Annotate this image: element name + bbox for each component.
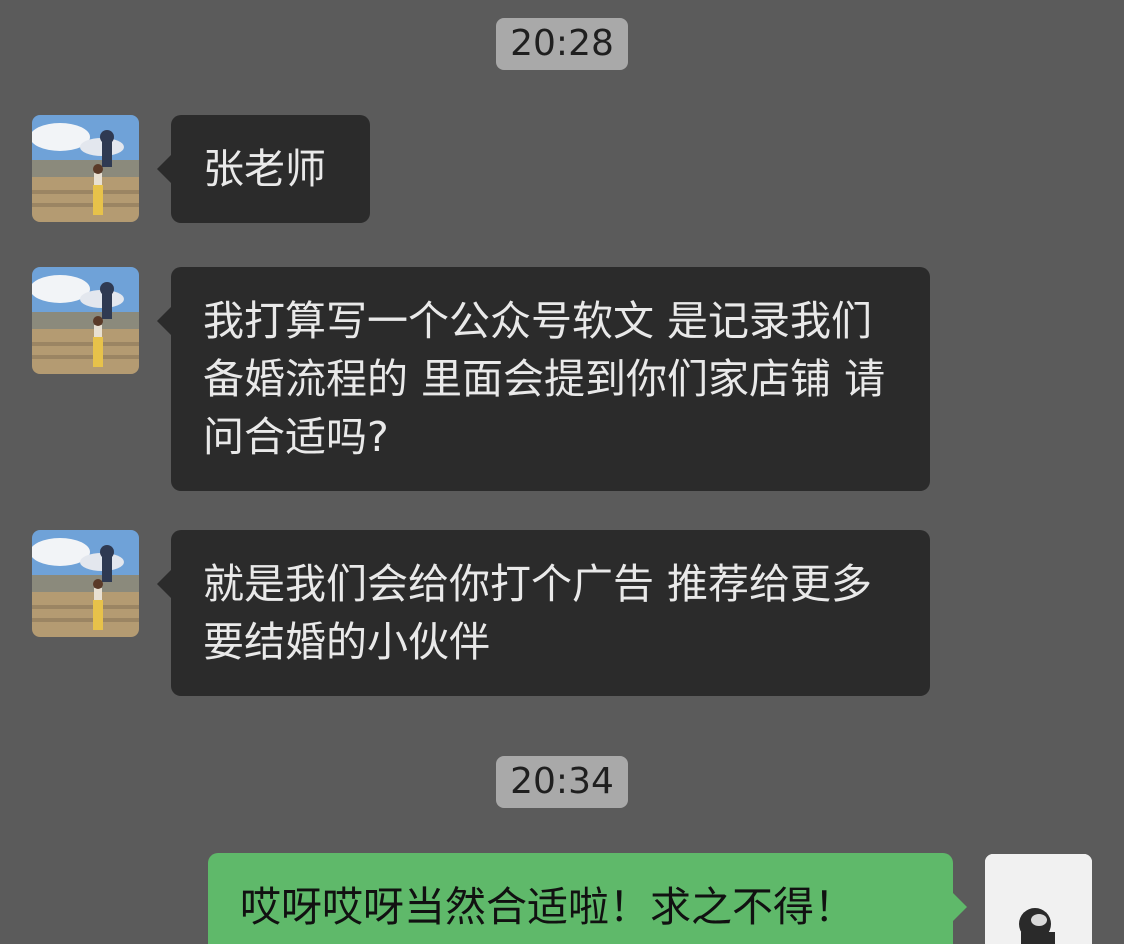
timestamp-label: 20:28: [496, 18, 628, 70]
avatar-image: [32, 530, 139, 637]
timestamp-label: 20:34: [496, 756, 628, 808]
timestamp: 20:34: [0, 756, 1124, 808]
chat-area[interactable]: 20:28 张老师 我打算写一个公众号软文 是记录我们备婚流程的 里面会提到你们…: [0, 0, 1124, 944]
message-bubble[interactable]: 就是我们会给你打个广告 推荐给更多要结婚的小伙伴: [157, 530, 930, 696]
message-bubble[interactable]: 张老师: [157, 115, 370, 223]
message-text: 就是我们会给你打个广告 推荐给更多要结婚的小伙伴: [203, 560, 873, 666]
contact-avatar[interactable]: [32, 267, 139, 374]
message-text: 哎呀哎呀当然合适啦！求之不得！: [240, 883, 855, 931]
message-bubble[interactable]: 我打算写一个公众号软文 是记录我们备婚流程的 里面会提到你们家店铺 请问合适吗?: [157, 267, 930, 491]
avatar-image: [32, 115, 139, 222]
contact-avatar[interactable]: [32, 115, 139, 222]
message-text: 我打算写一个公众号软文 是记录我们备婚流程的 里面会提到你们家店铺 请问合适吗?: [203, 297, 886, 461]
self-avatar[interactable]: [985, 854, 1092, 944]
timestamp: 20:28: [0, 18, 1124, 70]
avatar-image: [985, 854, 1092, 944]
contact-avatar[interactable]: [32, 530, 139, 637]
avatar-image: [32, 267, 139, 374]
message-text: 张老师: [203, 145, 326, 193]
message-bubble-outgoing[interactable]: 哎呀哎呀当然合适啦！求之不得！: [208, 853, 967, 944]
